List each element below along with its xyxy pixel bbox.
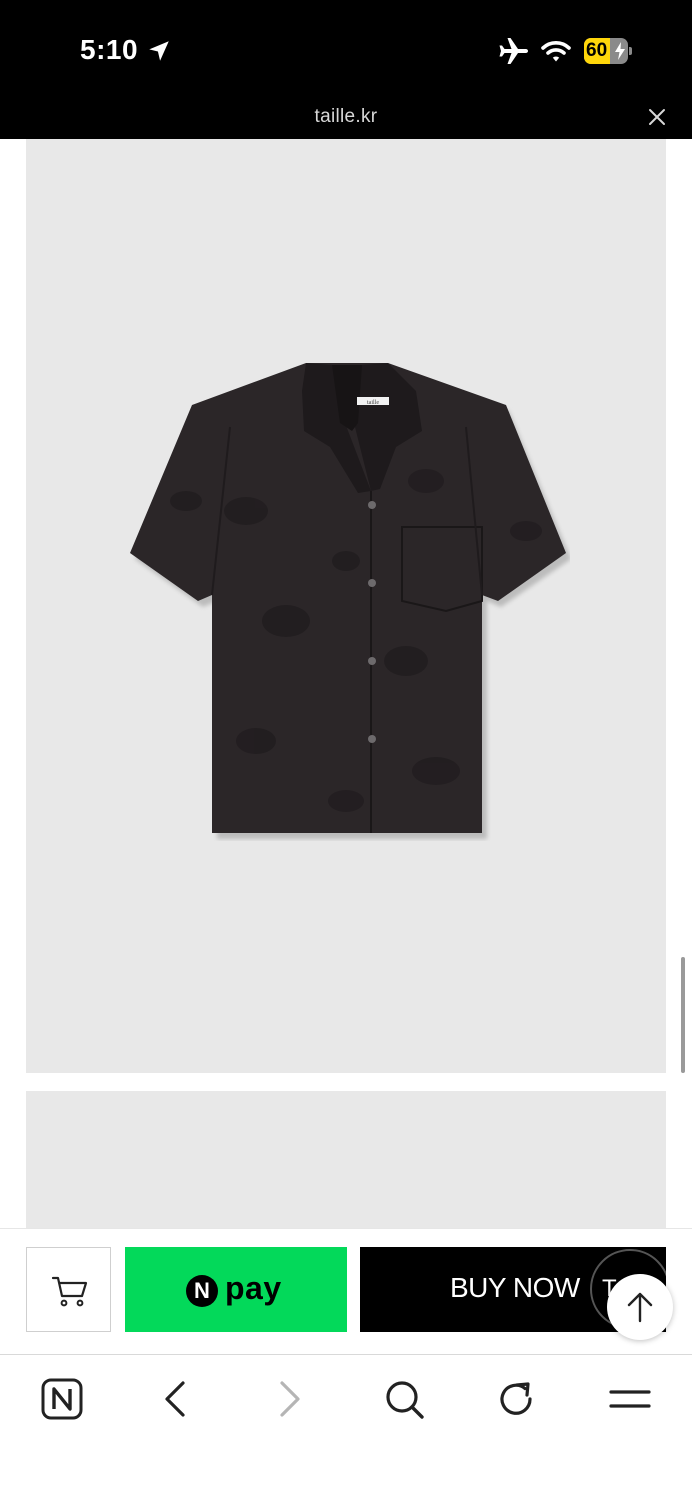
url-bar[interactable]: taille.kr: [0, 98, 692, 139]
browser-toolbar: [0, 1354, 692, 1500]
search-button[interactable]: [380, 1375, 430, 1425]
shirt-label-text: taille: [367, 400, 379, 406]
location-arrow-icon: [149, 41, 169, 61]
naver-home-button[interactable]: [38, 1375, 88, 1425]
refresh-icon: [500, 1382, 532, 1415]
npay-label: pay: [225, 1270, 282, 1306]
search-icon: [386, 1381, 424, 1419]
back-button[interactable]: [151, 1375, 201, 1425]
purchase-bar: N pay BUY NOW Talk: [0, 1228, 692, 1354]
battery-cap: [629, 47, 632, 55]
battery-level: 60: [586, 40, 608, 61]
back-arrow-icon: [165, 1381, 185, 1417]
naver-home-icon: [41, 1378, 83, 1420]
buy-now-label: BUY NOW: [450, 1272, 580, 1303]
wifi-icon: [541, 41, 571, 62]
arrow-up-icon: [627, 1292, 653, 1323]
scrollbar[interactable]: [681, 957, 685, 1073]
battery-indicator: 60: [584, 38, 632, 64]
close-icon[interactable]: [648, 108, 666, 126]
forward-button[interactable]: [266, 1375, 316, 1425]
status-bar: 5:10 60: [0, 0, 692, 98]
forward-arrow-icon: [280, 1381, 300, 1417]
menu-icon: [609, 1390, 651, 1408]
menu-button[interactable]: [606, 1375, 656, 1425]
cart-button[interactable]: [26, 1247, 111, 1332]
airplane-icon: [499, 38, 528, 64]
status-time: 5:10: [80, 34, 139, 65]
charging-bolt-icon: [615, 42, 625, 60]
npay-button[interactable]: N pay: [125, 1247, 347, 1332]
scroll-to-top-button[interactable]: [607, 1274, 673, 1340]
url-text[interactable]: taille.kr: [0, 106, 692, 128]
battery-icon: 60: [584, 38, 628, 64]
product-image-secondary[interactable]: [26, 1091, 666, 1231]
cart-icon: [51, 1276, 88, 1307]
refresh-button[interactable]: [492, 1375, 542, 1425]
npay-badge: N: [186, 1275, 218, 1307]
shirt-photo: taille: [130, 363, 570, 839]
product-image[interactable]: taille: [26, 139, 666, 1073]
